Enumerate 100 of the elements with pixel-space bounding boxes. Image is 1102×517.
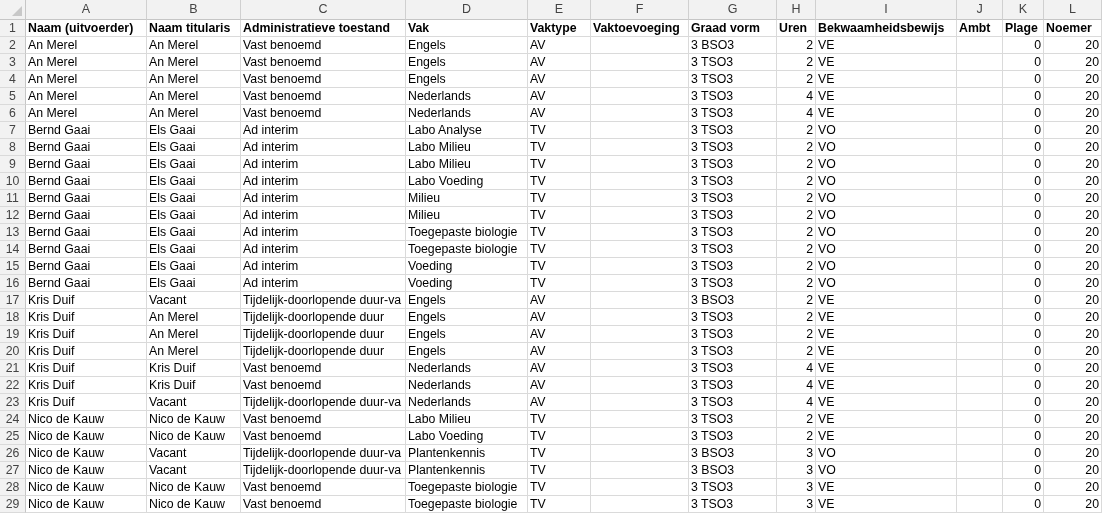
row-header[interactable]: 1 bbox=[0, 20, 26, 37]
table-cell: TV bbox=[528, 428, 591, 445]
table-cell: Els Gaai bbox=[147, 122, 241, 139]
column-header[interactable]: L bbox=[1044, 0, 1102, 20]
row-header[interactable]: 25 bbox=[0, 428, 26, 445]
row-header[interactable]: 13 bbox=[0, 224, 26, 241]
row-header[interactable]: 10 bbox=[0, 173, 26, 190]
table-cell: TV bbox=[528, 496, 591, 513]
select-all-icon[interactable] bbox=[12, 6, 22, 16]
table-cell: 20 bbox=[1044, 377, 1102, 394]
row-header[interactable]: 27 bbox=[0, 462, 26, 479]
row-header[interactable]: 17 bbox=[0, 292, 26, 309]
table-cell: 3 BSO3 bbox=[689, 462, 777, 479]
row-header[interactable]: 19 bbox=[0, 326, 26, 343]
table-cell: Vast benoemd bbox=[241, 360, 406, 377]
table-cell: 3 bbox=[777, 479, 816, 496]
table-cell: Tijdelijk-doorlopende duur bbox=[241, 309, 406, 326]
column-header[interactable]: E bbox=[528, 0, 591, 20]
row-header[interactable]: 9 bbox=[0, 156, 26, 173]
row-header[interactable]: 6 bbox=[0, 105, 26, 122]
column-header[interactable]: I bbox=[816, 0, 957, 20]
row-header[interactable]: 8 bbox=[0, 139, 26, 156]
table-cell: Nico de Kauw bbox=[26, 479, 147, 496]
column-header[interactable]: H bbox=[777, 0, 816, 20]
column-header[interactable]: A bbox=[26, 0, 147, 20]
row-header[interactable]: 23 bbox=[0, 394, 26, 411]
table-cell: An Merel bbox=[147, 105, 241, 122]
row-header[interactable]: 12 bbox=[0, 207, 26, 224]
table-cell: Engels bbox=[406, 309, 528, 326]
table-cell: AV bbox=[528, 343, 591, 360]
table-cell: Toegepaste biologie bbox=[406, 224, 528, 241]
row-header[interactable]: 24 bbox=[0, 411, 26, 428]
table-cell: Engels bbox=[406, 71, 528, 88]
row-header[interactable]: 22 bbox=[0, 377, 26, 394]
table-cell: Voeding bbox=[406, 275, 528, 292]
table-cell: TV bbox=[528, 462, 591, 479]
column-header[interactable]: G bbox=[689, 0, 777, 20]
table-cell: 0 bbox=[1003, 309, 1044, 326]
table-cell: Els Gaai bbox=[147, 190, 241, 207]
table-cell: VE bbox=[816, 88, 957, 105]
table-cell: 0 bbox=[1003, 173, 1044, 190]
row-header[interactable]: 4 bbox=[0, 71, 26, 88]
table-cell: 20 bbox=[1044, 241, 1102, 258]
empty-cell bbox=[957, 105, 1003, 122]
table-cell: 2 bbox=[777, 173, 816, 190]
column-header[interactable]: D bbox=[406, 0, 528, 20]
table-cell: 20 bbox=[1044, 190, 1102, 207]
column-header[interactable]: K bbox=[1003, 0, 1044, 20]
empty-cell bbox=[957, 496, 1003, 513]
table-cell: 3 bbox=[777, 445, 816, 462]
table-cell: VO bbox=[816, 241, 957, 258]
row-header[interactable]: 15 bbox=[0, 258, 26, 275]
row-header[interactable]: 18 bbox=[0, 309, 26, 326]
table-cell: 20 bbox=[1044, 156, 1102, 173]
column-header[interactable]: B bbox=[147, 0, 241, 20]
table-cell: Kris Duif bbox=[26, 377, 147, 394]
table-cell: Tijdelijk-doorlopende duur bbox=[241, 343, 406, 360]
table-cell: Vast benoemd bbox=[241, 411, 406, 428]
column-header[interactable]: C bbox=[241, 0, 406, 20]
table-cell: 0 bbox=[1003, 122, 1044, 139]
table-cell: 3 TSO3 bbox=[689, 71, 777, 88]
table-cell: Labo Voeding bbox=[406, 173, 528, 190]
row-header[interactable]: 7 bbox=[0, 122, 26, 139]
row-header[interactable]: 21 bbox=[0, 360, 26, 377]
row-header[interactable]: 14 bbox=[0, 241, 26, 258]
column-header[interactable]: F bbox=[591, 0, 689, 20]
row-header[interactable]: 11 bbox=[0, 190, 26, 207]
empty-cell bbox=[957, 479, 1003, 496]
table-cell: Els Gaai bbox=[147, 207, 241, 224]
empty-cell bbox=[957, 377, 1003, 394]
table-cell: 20 bbox=[1044, 496, 1102, 513]
row-header[interactable]: 29 bbox=[0, 496, 26, 513]
row-header[interactable]: 20 bbox=[0, 343, 26, 360]
row-header[interactable]: 2 bbox=[0, 37, 26, 54]
table-cell: VE bbox=[816, 479, 957, 496]
table-cell: Vast benoemd bbox=[241, 88, 406, 105]
table-cell: 20 bbox=[1044, 173, 1102, 190]
table-cell: Vast benoemd bbox=[241, 105, 406, 122]
row-header[interactable]: 26 bbox=[0, 445, 26, 462]
table-cell: 2 bbox=[777, 309, 816, 326]
table-cell: 0 bbox=[1003, 37, 1044, 54]
table-cell: Nico de Kauw bbox=[147, 411, 241, 428]
column-header[interactable]: J bbox=[957, 0, 1003, 20]
table-cell: Labo Milieu bbox=[406, 156, 528, 173]
table-cell: Labo Milieu bbox=[406, 139, 528, 156]
table-cell: Vast benoemd bbox=[241, 479, 406, 496]
column-heading-cell: Graad vorm bbox=[689, 20, 777, 37]
column-heading-cell: Plage bbox=[1003, 20, 1044, 37]
row-header[interactable]: 28 bbox=[0, 479, 26, 496]
row-header[interactable]: 16 bbox=[0, 275, 26, 292]
table-cell: Ad interim bbox=[241, 241, 406, 258]
empty-cell bbox=[957, 309, 1003, 326]
row-header[interactable]: 5 bbox=[0, 88, 26, 105]
table-cell: An Merel bbox=[147, 309, 241, 326]
table-cell: Labo Voeding bbox=[406, 428, 528, 445]
table-cell: Voeding bbox=[406, 258, 528, 275]
row-header[interactable]: 3 bbox=[0, 54, 26, 71]
table-cell: TV bbox=[528, 173, 591, 190]
table-cell: 2 bbox=[777, 139, 816, 156]
table-cell: Plantenkennis bbox=[406, 445, 528, 462]
